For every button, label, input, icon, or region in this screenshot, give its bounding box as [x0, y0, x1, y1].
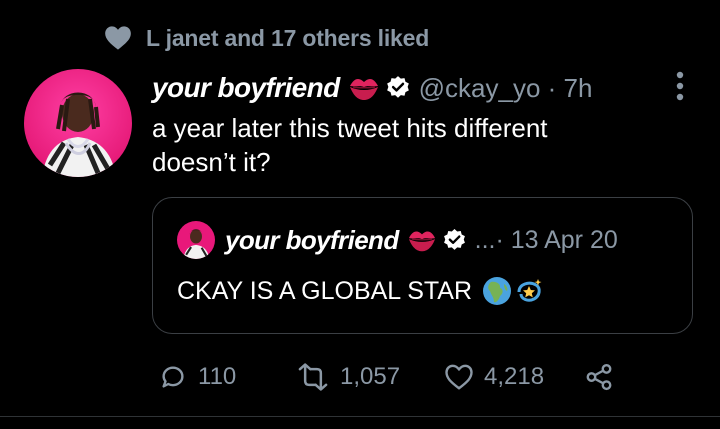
quoted-text-row: CKAY IS A GLOBAL STAR — [177, 276, 544, 306]
retweet-count: 1,057 — [340, 363, 401, 390]
kiss-mark-icon — [348, 73, 380, 103]
reply-count: 110 — [198, 363, 237, 390]
heart-icon — [105, 26, 131, 50]
heart-outline-icon — [445, 364, 473, 390]
tweet-text-line: a year later this tweet hits different — [152, 113, 548, 143]
quoted-tweet[interactable]: your boyfriend ...· 13 Apr 20 CKAY IS A … — [152, 197, 693, 334]
quoted-text: CKAY IS A GLOBAL STAR — [177, 276, 473, 305]
social-context[interactable]: L janet and 17 others liked — [104, 22, 429, 54]
quoted-meta: ...· 13 Apr 20 — [474, 225, 618, 254]
like-count: 4,218 — [484, 363, 545, 390]
retweet-button[interactable]: 1,057 — [296, 362, 444, 392]
verified-badge-icon — [442, 228, 467, 253]
reply-icon — [162, 366, 184, 388]
emoji-group — [482, 276, 544, 306]
share-button[interactable] — [584, 362, 614, 392]
author-handle[interactable]: @ckay_yo · 7h — [419, 73, 593, 104]
avatar[interactable] — [24, 69, 132, 177]
retweet-icon — [298, 363, 328, 391]
dizzy-icon — [517, 279, 542, 302]
like-button[interactable]: 4,218 — [444, 363, 584, 391]
tweet-text: a year later this tweet hits different d… — [152, 111, 672, 179]
more-options-icon[interactable] — [664, 70, 696, 102]
quoted-tweet-header: your boyfriend ...· 13 Apr 20 — [177, 220, 618, 260]
tweet-text-line: doesn’t it? — [152, 147, 271, 177]
social-context-text: L janet and 17 others liked — [146, 24, 430, 51]
divider — [0, 416, 720, 417]
author-name[interactable]: your boyfriend — [152, 72, 340, 104]
share-icon — [586, 363, 612, 391]
globe-africa-icon — [483, 277, 512, 305]
quoted-author-name: your boyfriend — [225, 224, 399, 255]
tweet-actions: 110 1,057 4,218 — [158, 358, 614, 396]
kiss-mark-icon — [407, 226, 437, 254]
reply-button[interactable]: 110 — [158, 362, 296, 392]
quoted-avatar — [177, 221, 215, 259]
tweet-header: your boyfriend @ckay_yo · 7h — [152, 66, 592, 110]
verified-badge-icon — [385, 75, 411, 101]
